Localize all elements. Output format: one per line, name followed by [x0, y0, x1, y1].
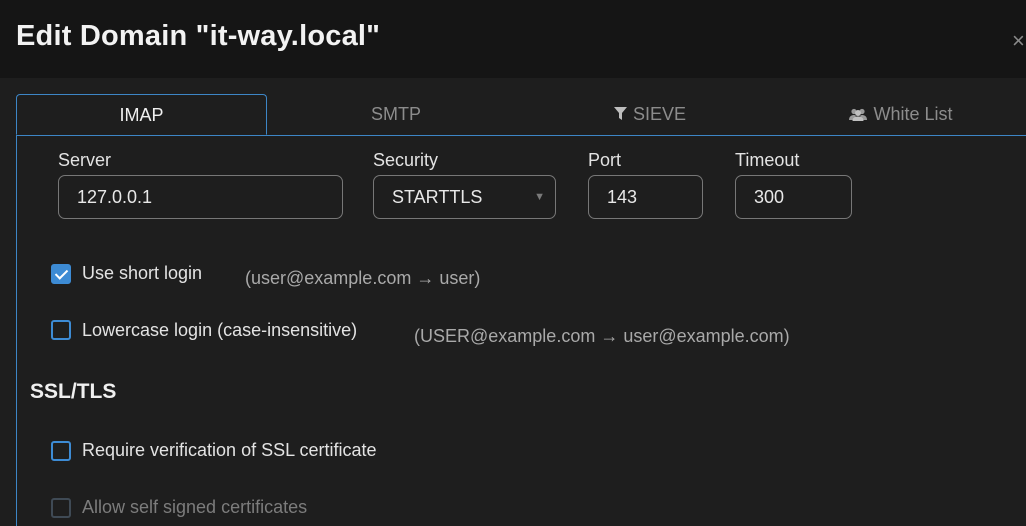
timeout-label: Timeout	[735, 150, 800, 170]
short-login-hint: (user@example.com → user)	[245, 268, 481, 288]
tab-label: IMAP	[119, 105, 164, 125]
server-input[interactable]: 127.0.0.1	[58, 175, 343, 219]
tab-label: White List	[873, 104, 953, 124]
tab-imap[interactable]: IMAP	[16, 94, 267, 135]
port-label: Port	[588, 150, 622, 170]
security-value: STARTTLS	[392, 187, 483, 207]
short-login-label: Use short login	[82, 263, 203, 283]
self-signed-label: Allow self signed certificates	[82, 497, 308, 517]
timeout-input[interactable]: 300	[735, 175, 852, 219]
port-input[interactable]: 143	[588, 175, 703, 219]
tab-sieve[interactable]: SIEVE	[524, 94, 776, 135]
self-signed-checkbox	[51, 498, 71, 518]
close-icon[interactable]: ×	[1012, 28, 1025, 54]
dialog-header: Edit Domain "it-way.local" ×	[0, 0, 1026, 78]
dialog-title: Edit Domain "it-way.local"	[16, 20, 381, 52]
dropdown-arrow-icon: ▼	[534, 191, 545, 203]
lowercase-login-label: Lowercase login (case-insensitive)	[82, 320, 358, 340]
server-label: Server	[58, 150, 112, 170]
tab-smtp[interactable]: SMTP	[268, 94, 524, 135]
users-icon	[849, 95, 868, 135]
ssl-section-title: SSL/TLS	[30, 380, 117, 403]
lowercase-login-hint: (USER@example.com → user@example.com)	[414, 326, 790, 346]
filter-icon	[613, 95, 627, 135]
tab-bar: IMAP SMTP SIEVE White List	[16, 94, 1026, 136]
security-select[interactable]: STARTTLS ▼	[373, 175, 556, 219]
lowercase-login-checkbox[interactable]	[51, 320, 71, 340]
tab-label: SMTP	[370, 104, 421, 124]
tab-white-list[interactable]: White List	[776, 94, 1026, 135]
short-login-checkbox[interactable]	[51, 264, 71, 284]
verify-ssl-label: Require verification of SSL certificate	[82, 440, 377, 460]
tab-label: SIEVE	[632, 104, 687, 124]
verify-ssl-checkbox[interactable]	[51, 441, 71, 461]
security-label: Security	[373, 150, 439, 170]
